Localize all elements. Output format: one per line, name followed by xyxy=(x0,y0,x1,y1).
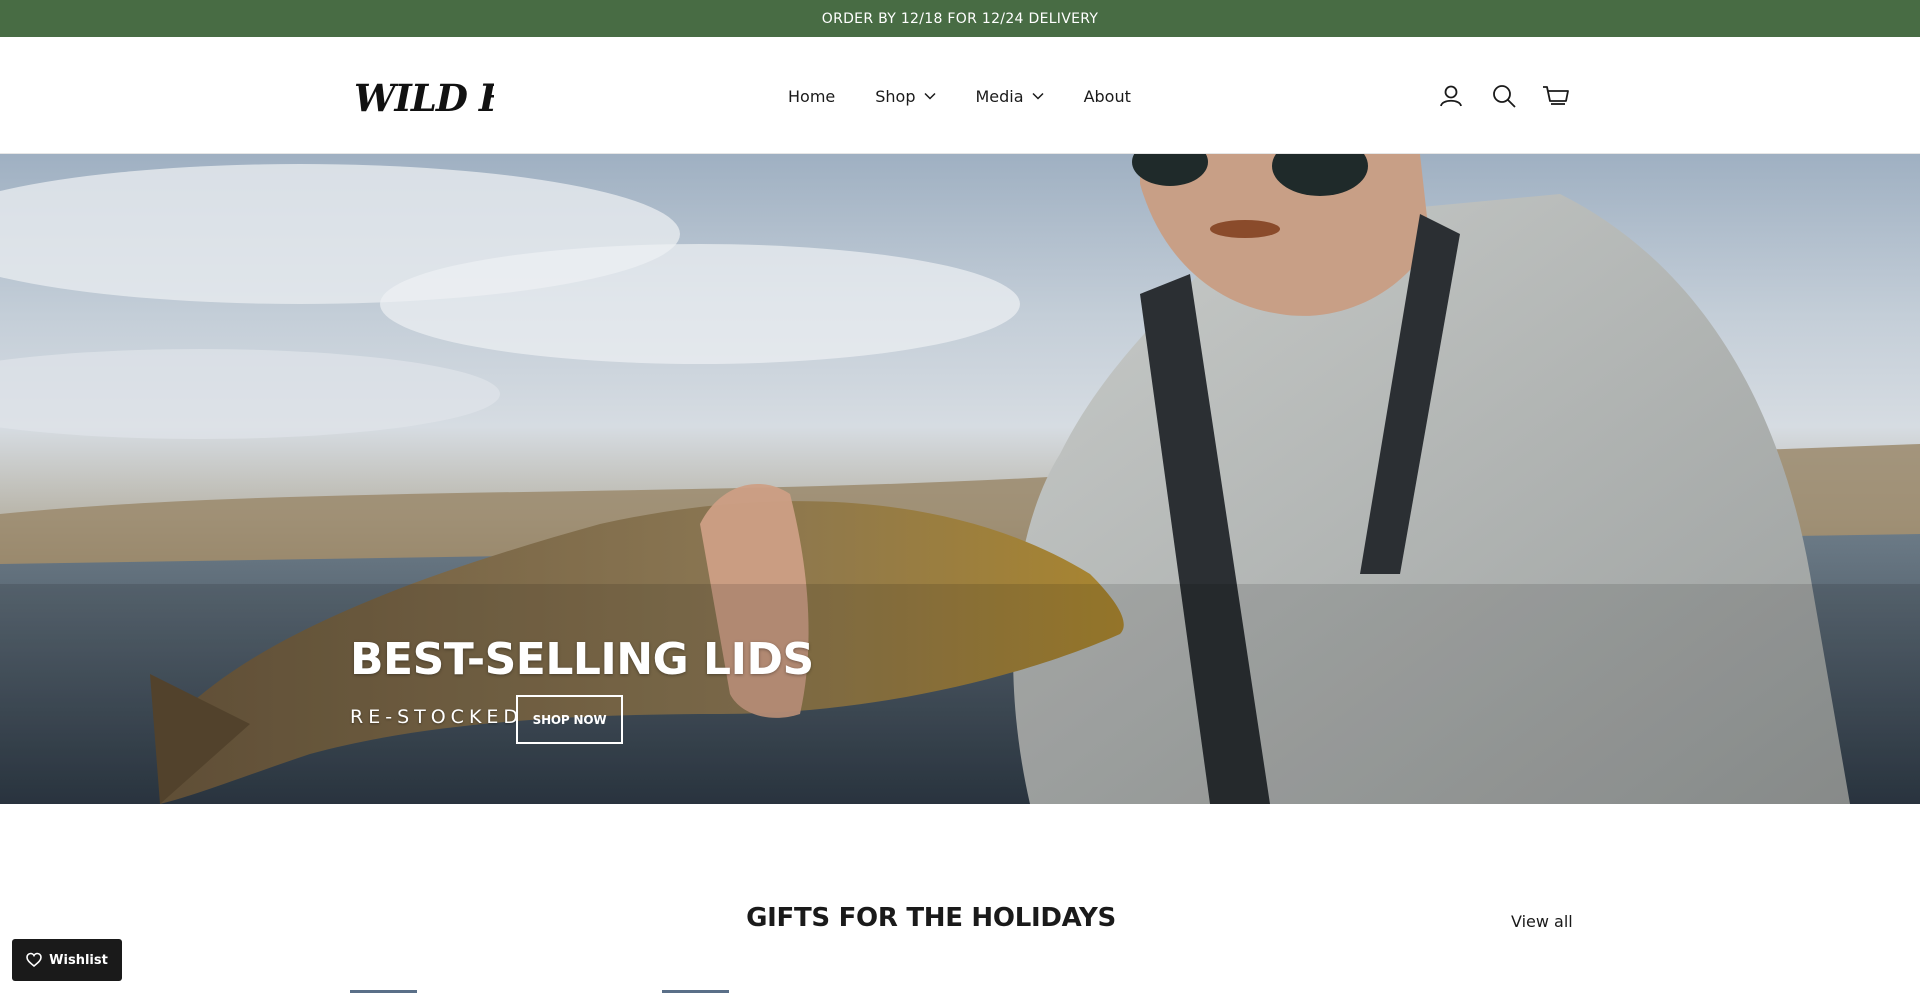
wild-fly-logo: WILD FLY xyxy=(354,76,494,120)
nav-item-about[interactable]: About xyxy=(1084,87,1131,106)
nav-item-label: About xyxy=(1083,86,1131,106)
heart-icon xyxy=(26,952,42,968)
wishlist-button[interactable]: Wishlist xyxy=(12,939,122,981)
hero-title: BEST-SELLING LIDS xyxy=(350,634,814,685)
nav-item-label: Media xyxy=(975,86,1024,106)
cart-icon[interactable] xyxy=(1541,81,1571,111)
search-icon[interactable] xyxy=(1489,81,1519,111)
hero-banner[interactable]: BEST-SELLING LIDS RE-STOCKED SHOP NOW xyxy=(0,154,1920,804)
nav-item-media[interactable]: Media xyxy=(976,87,1044,106)
logo[interactable]: WILD FLY xyxy=(352,71,494,121)
announcement-text: ORDER BY 12/18 FOR 12/24 DELIVERY xyxy=(821,10,1099,27)
nav-item-label: Shop xyxy=(875,86,916,106)
hero-image xyxy=(0,154,1920,804)
account-icon[interactable] xyxy=(1436,81,1466,111)
svg-text:WILD FLY: WILD FLY xyxy=(354,76,494,120)
wishlist-label: Wishlist xyxy=(49,952,108,968)
hero-subtitle: RE-STOCKED xyxy=(350,706,524,728)
shop-now-button[interactable]: SHOP NOW xyxy=(516,695,623,744)
section-title: GIFTS FOR THE HOLIDAYS xyxy=(746,903,1116,933)
chevron-down-icon xyxy=(923,92,936,100)
nav-item-home[interactable]: Home xyxy=(788,87,835,106)
chevron-down-icon xyxy=(1032,92,1044,100)
nav-item-shop[interactable]: Shop xyxy=(875,86,936,106)
announcement-bar: ORDER BY 12/18 FOR 12/24 DELIVERY xyxy=(0,0,1920,37)
site-header: WILD FLY Home Shop Media About xyxy=(0,37,1920,154)
main-nav: Home Shop Media About xyxy=(788,83,1131,109)
view-all-link[interactable]: View all xyxy=(1511,912,1573,931)
nav-item-label: Home xyxy=(788,86,836,106)
